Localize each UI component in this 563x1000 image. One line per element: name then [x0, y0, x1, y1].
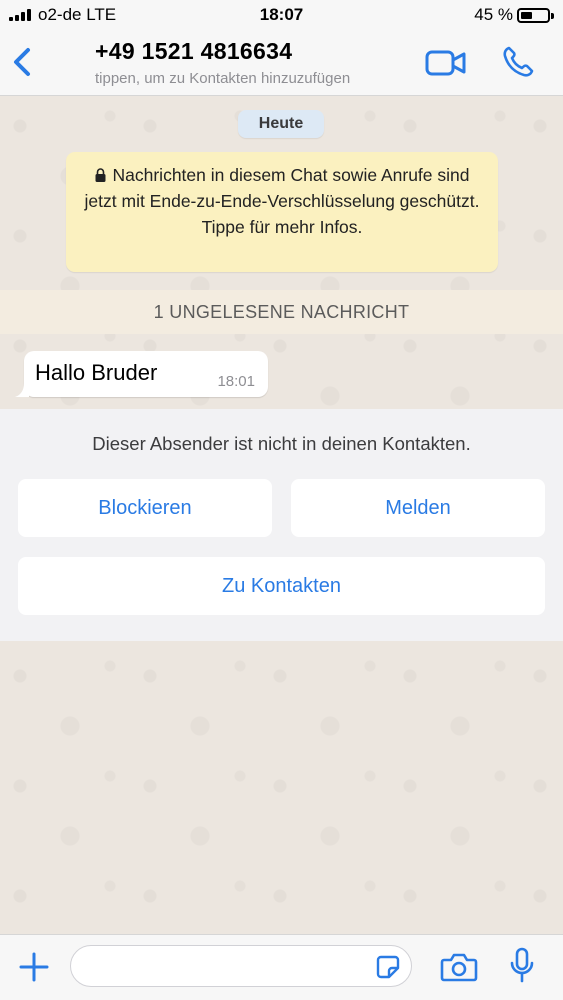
microphone-icon — [510, 947, 534, 983]
whatsapp-chat-screen: o2-de LTE 18:07 45 % +49 1521 4816634 ti… — [0, 0, 563, 1000]
battery-percent: 45 % — [474, 5, 513, 24]
video-camera-icon — [425, 50, 466, 76]
camera-icon — [440, 953, 478, 982]
phone-icon — [503, 46, 534, 77]
report-button[interactable]: Melden — [291, 479, 545, 537]
message-field[interactable] — [70, 945, 412, 987]
lock-icon — [95, 168, 105, 182]
sticker-icon — [376, 955, 400, 979]
message-input-bar — [0, 934, 563, 1000]
add-to-contacts-button[interactable]: Zu Kontakten — [18, 557, 545, 615]
camera-button[interactable] — [440, 951, 478, 983]
unknown-sender-notice: Dieser Absender ist nicht in deinen Kont… — [92, 433, 471, 454]
encryption-notice-text: Nachrichten in diesem Chat sowie Anrufe … — [84, 165, 480, 237]
back-button[interactable] — [6, 42, 42, 82]
unread-messages-banner: 1 UNGELESENE NACHRICHT — [0, 290, 563, 334]
date-separator: Heute — [238, 110, 324, 138]
unknown-sender-panel: Dieser Absender ist nicht in deinen Kont… — [0, 409, 563, 641]
bubble-tail — [15, 381, 29, 397]
contact-subtitle[interactable]: tippen, um zu Kontakten hinzuzufügen — [95, 70, 413, 87]
message-bubble[interactable]: Hallo Bruder 18:01 — [15, 351, 268, 397]
chat-header: +49 1521 4816634 tippen, um zu Kontakten… — [0, 30, 563, 96]
message-input[interactable] — [85, 946, 375, 984]
chat-area[interactable]: Heute Nachrichten in diesem Chat sowie A… — [0, 96, 563, 934]
battery-icon — [517, 8, 554, 23]
voice-message-button[interactable] — [508, 947, 536, 985]
message-text: Hallo Bruder — [35, 360, 158, 385]
voice-call-button[interactable] — [500, 44, 536, 80]
plus-icon — [19, 952, 49, 982]
status-bar: o2-de LTE 18:07 45 % — [0, 0, 563, 30]
chevron-left-icon — [14, 48, 30, 76]
message-time: 18:01 — [217, 373, 255, 390]
contact-name[interactable]: +49 1521 4816634 — [95, 38, 292, 65]
video-call-button[interactable] — [424, 46, 468, 80]
attach-button[interactable] — [16, 949, 52, 985]
sticker-button[interactable] — [375, 954, 401, 980]
encryption-notice[interactable]: Nachrichten in diesem Chat sowie Anrufe … — [66, 152, 498, 272]
block-button[interactable]: Blockieren — [18, 479, 272, 537]
